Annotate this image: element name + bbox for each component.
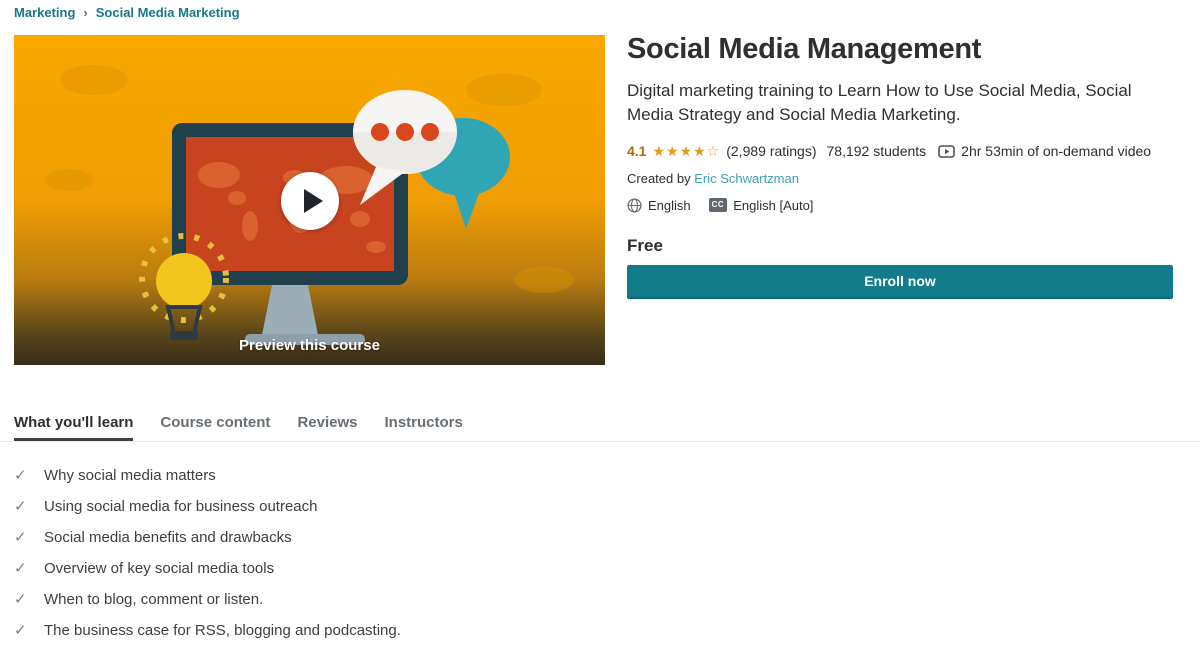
course-tabs: What you'll learn Course content Reviews… — [0, 406, 1200, 442]
course-summary-panel: Social Media Management Digital marketin… — [627, 33, 1173, 299]
list-item: ✓ When to blog, comment or listen. — [14, 591, 401, 609]
created-by-label: Created by — [627, 171, 691, 186]
check-icon: ✓ — [14, 560, 31, 578]
stars-filled: ★★★★ — [652, 143, 706, 159]
learn-item-text: Using social media for business outreach — [44, 498, 317, 516]
play-icon — [304, 189, 323, 213]
ratings-count: (2,989 ratings) — [726, 143, 816, 159]
check-icon: ✓ — [14, 498, 31, 516]
language-group: English — [627, 198, 691, 213]
stars-empty: ☆ — [707, 143, 721, 159]
list-item: ✓ Using social media for business outrea… — [14, 498, 401, 516]
captions-label: English [Auto] — [733, 198, 813, 213]
list-item: ✓ Social media benefits and drawbacks — [14, 529, 401, 547]
list-item: ✓ Why social media matters — [14, 467, 401, 485]
star-rating-icon: ★★★★☆ — [652, 143, 720, 160]
check-icon: ✓ — [14, 622, 31, 640]
breadcrumb: Marketing › Social Media Marketing — [14, 5, 240, 20]
duration-text: 2hr 53min of on-demand video — [961, 143, 1151, 159]
breadcrumb-link-social-media-marketing[interactable]: Social Media Marketing — [96, 5, 240, 20]
tab-course-content[interactable]: Course content — [160, 406, 270, 441]
language-row: English CC English [Auto] — [627, 198, 1173, 213]
video-icon — [938, 145, 955, 158]
learn-item-text: The business case for RSS, blogging and … — [44, 622, 401, 640]
instructor-link[interactable]: Eric Schwartzman — [694, 171, 799, 186]
closed-captions-icon: CC — [709, 198, 728, 212]
breadcrumb-link-marketing[interactable]: Marketing — [14, 5, 75, 20]
learn-item-text: Social media benefits and drawbacks — [44, 529, 292, 547]
globe-icon — [627, 198, 642, 213]
captions-group: CC English [Auto] — [709, 198, 814, 213]
list-item: ✓ The business case for RSS, blogging an… — [14, 622, 401, 640]
created-by-row: Created by Eric Schwartzman — [627, 171, 1173, 186]
play-button[interactable] — [281, 172, 339, 230]
tab-what-youll-learn[interactable]: What you'll learn — [14, 406, 133, 441]
course-meta-row: 4.1 ★★★★☆ (2,989 ratings) 78,192 student… — [627, 143, 1173, 160]
chevron-right-icon: › — [83, 5, 87, 20]
course-subtitle: Digital marketing training to Learn How … — [627, 79, 1173, 127]
learn-item-text: When to blog, comment or listen. — [44, 591, 263, 609]
learn-item-text: Why social media matters — [44, 467, 216, 485]
enroll-now-button[interactable]: Enroll now — [627, 265, 1173, 299]
learn-item-text: Overview of key social media tools — [44, 560, 274, 578]
page-title: Social Media Management — [627, 33, 1173, 66]
learn-list: ✓ Why social media matters ✓ Using socia… — [14, 467, 401, 653]
check-icon: ✓ — [14, 591, 31, 609]
duration-wrap: 2hr 53min of on-demand video — [938, 143, 1151, 159]
students-count: 78,192 students — [827, 143, 927, 159]
check-icon: ✓ — [14, 467, 31, 485]
language-label: English — [648, 198, 691, 213]
course-preview-thumbnail[interactable]: Preview this course — [14, 35, 605, 365]
price-label: Free — [627, 236, 1173, 256]
check-icon: ✓ — [14, 529, 31, 547]
list-item: ✓ Overview of key social media tools — [14, 560, 401, 578]
preview-course-label: Preview this course — [14, 337, 605, 354]
tab-reviews[interactable]: Reviews — [297, 406, 357, 441]
rating-value: 4.1 — [627, 143, 646, 159]
tab-instructors[interactable]: Instructors — [384, 406, 462, 441]
